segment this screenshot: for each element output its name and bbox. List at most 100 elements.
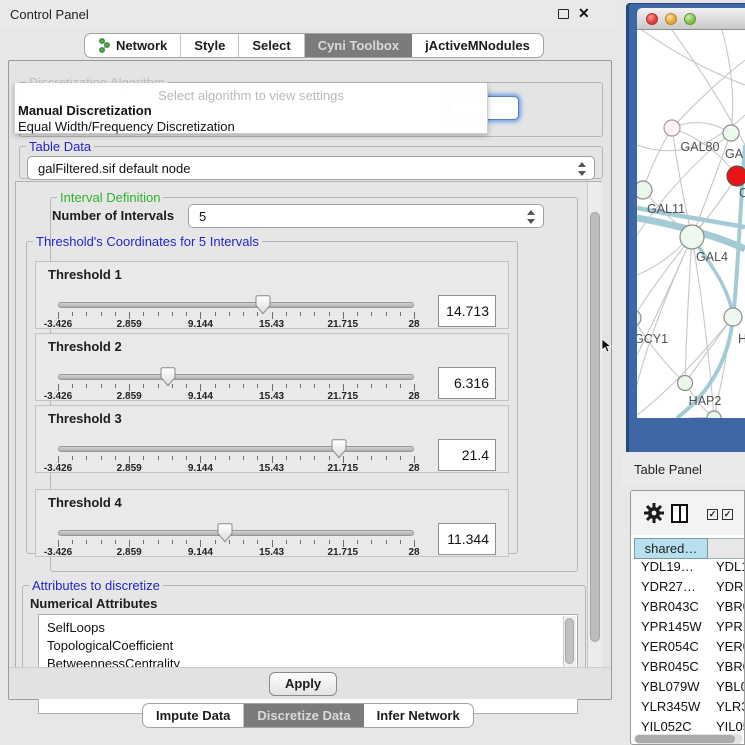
tick-mark	[101, 540, 102, 544]
tab-discretize-data[interactable]: Discretize Data	[244, 704, 363, 727]
checkbox-icon[interactable]: ✓	[722, 509, 733, 520]
attribute-item[interactable]: SelfLoops	[47, 620, 105, 635]
list-scrollbar[interactable]	[563, 616, 576, 668]
threshold-label: Threshold 2	[48, 339, 122, 354]
tick-mark	[343, 312, 344, 319]
slider-track[interactable]	[58, 374, 414, 380]
horizontal-scrollbar[interactable]	[634, 734, 743, 744]
network-canvas[interactable]: GAL80GACGAL11GAL4GCY1HHAP2	[637, 30, 745, 418]
scrollbar-thumb[interactable]	[590, 212, 600, 642]
table-data-combobox[interactable]: galFiltered.sif default node	[27, 156, 595, 180]
tick-label: 21.715	[328, 463, 359, 474]
group-title: Attributes to discretize	[29, 578, 163, 593]
slider-thumb[interactable]	[160, 367, 176, 390]
close-icon[interactable]: ✕	[578, 5, 590, 22]
gear-icon[interactable]	[643, 502, 665, 524]
table-row[interactable]: YBR043CYBR043C	[634, 599, 745, 619]
tick-mark	[186, 312, 187, 316]
slider-track[interactable]	[58, 530, 414, 536]
tick-mark	[400, 312, 401, 316]
scrollbar-thumb[interactable]	[635, 735, 735, 743]
tab-label: Network	[116, 38, 167, 53]
network-node-label: GAL11	[647, 202, 685, 216]
scrollbar-thumb[interactable]	[565, 618, 574, 664]
tick-mark	[72, 312, 73, 316]
threshold-value-field[interactable]: 11.344	[438, 523, 496, 555]
network-node-selected[interactable]	[727, 166, 745, 186]
algorithm-option[interactable]: Manual Discretization	[18, 103, 484, 118]
table-row[interactable]: YBL079WYBL079W	[634, 679, 745, 699]
network-node[interactable]	[664, 120, 680, 136]
thresholds-group: Threshold's Coordinates for 5 Intervals …	[26, 234, 518, 554]
tick-mark	[400, 384, 401, 388]
tab-select[interactable]: Select	[239, 34, 304, 57]
tab-network[interactable]: Network	[85, 34, 181, 57]
table-row[interactable]: YBR045CYBR045C	[634, 659, 745, 679]
slider-tick-labels: -3.4262.8599.14415.4321.71528	[58, 547, 414, 558]
tick-mark	[386, 312, 387, 316]
numerical-attributes-label: Numerical Attributes	[30, 596, 157, 611]
tab-cyni-toolbox[interactable]: Cyni Toolbox	[305, 34, 412, 57]
attribute-item[interactable]: TopologicalCoefficient	[47, 638, 173, 653]
zoom-traffic-light-icon[interactable]	[684, 13, 696, 25]
tick-mark	[101, 312, 102, 316]
network-node[interactable]	[680, 225, 704, 249]
tick-label: -3.426	[44, 319, 72, 330]
threshold-value-field[interactable]: 6.316	[438, 367, 496, 399]
tick-mark	[215, 456, 216, 460]
minimize-traffic-light-icon[interactable]	[665, 13, 677, 25]
tab-style[interactable]: Style	[181, 34, 239, 57]
number-of-intervals-combobox[interactable]: 5	[188, 204, 544, 228]
network-edge	[685, 237, 692, 383]
table-row[interactable]: YER054CYER054C	[634, 639, 745, 659]
close-traffic-light-icon[interactable]	[646, 13, 658, 25]
tick-mark	[86, 384, 87, 388]
table-row[interactable]: YDL19…YDL19…	[634, 559, 745, 579]
slider-track[interactable]	[58, 446, 414, 452]
network-edge	[637, 318, 685, 383]
tab-label: Select	[252, 38, 290, 53]
threshold-value-field[interactable]: 21.4	[438, 439, 496, 471]
vertical-scrollbar[interactable]	[587, 182, 602, 667]
threshold-value-field[interactable]: 14.713	[438, 295, 496, 327]
tab-impute-data[interactable]: Impute Data	[143, 704, 244, 727]
tab-jactivemnodules[interactable]: jActiveMNodules	[412, 34, 543, 57]
slider-thumb[interactable]	[217, 523, 233, 546]
network-node-label: HAP2	[689, 394, 722, 408]
algorithm-option[interactable]: Equal Width/Frequency Discretization	[18, 119, 484, 134]
checkbox-icon[interactable]: ✓	[707, 509, 718, 520]
slider-track[interactable]	[58, 302, 414, 308]
slider-thumb[interactable]	[255, 295, 271, 318]
slider-thumb[interactable]	[331, 439, 347, 462]
tick-mark	[314, 456, 315, 460]
network-node[interactable]	[723, 125, 739, 141]
column-header-shared-name[interactable]: shared…	[634, 538, 708, 559]
table-row[interactable]: YLR345WYLR345W	[634, 699, 745, 719]
tab-label: Style	[194, 38, 225, 53]
column-header-name[interactable]: na	[708, 538, 745, 559]
tab-label: Discretize Data	[257, 708, 350, 723]
cell-shared-name: YBR045C	[634, 659, 708, 679]
tick-mark	[58, 540, 59, 547]
cell-shared-name: YBR043C	[634, 599, 708, 619]
table-panel-title: Table Panel	[634, 462, 702, 477]
split-columns-icon[interactable]	[671, 504, 688, 523]
slider-tick-labels: -3.4262.8599.14415.4321.71528	[58, 463, 414, 474]
table-row[interactable]: YDR27…YDR27…	[634, 579, 745, 599]
tick-mark	[200, 312, 201, 319]
network-node[interactable]	[637, 181, 652, 199]
network-node[interactable]	[724, 308, 742, 326]
table-row[interactable]: YPR145WYPR145W	[634, 619, 745, 639]
tick-mark	[229, 384, 230, 388]
network-node[interactable]	[637, 310, 641, 326]
apply-button[interactable]: Apply	[269, 672, 337, 696]
tick-mark	[143, 384, 144, 388]
float-window-icon[interactable]	[558, 9, 569, 19]
network-node[interactable]	[678, 376, 693, 391]
tab-infer-network[interactable]: Infer Network	[364, 704, 473, 727]
tick-mark	[300, 384, 301, 388]
tab-label: Impute Data	[156, 708, 230, 723]
tick-mark	[400, 456, 401, 460]
tick-label: -3.426	[44, 463, 72, 474]
network-node[interactable]	[707, 411, 721, 418]
